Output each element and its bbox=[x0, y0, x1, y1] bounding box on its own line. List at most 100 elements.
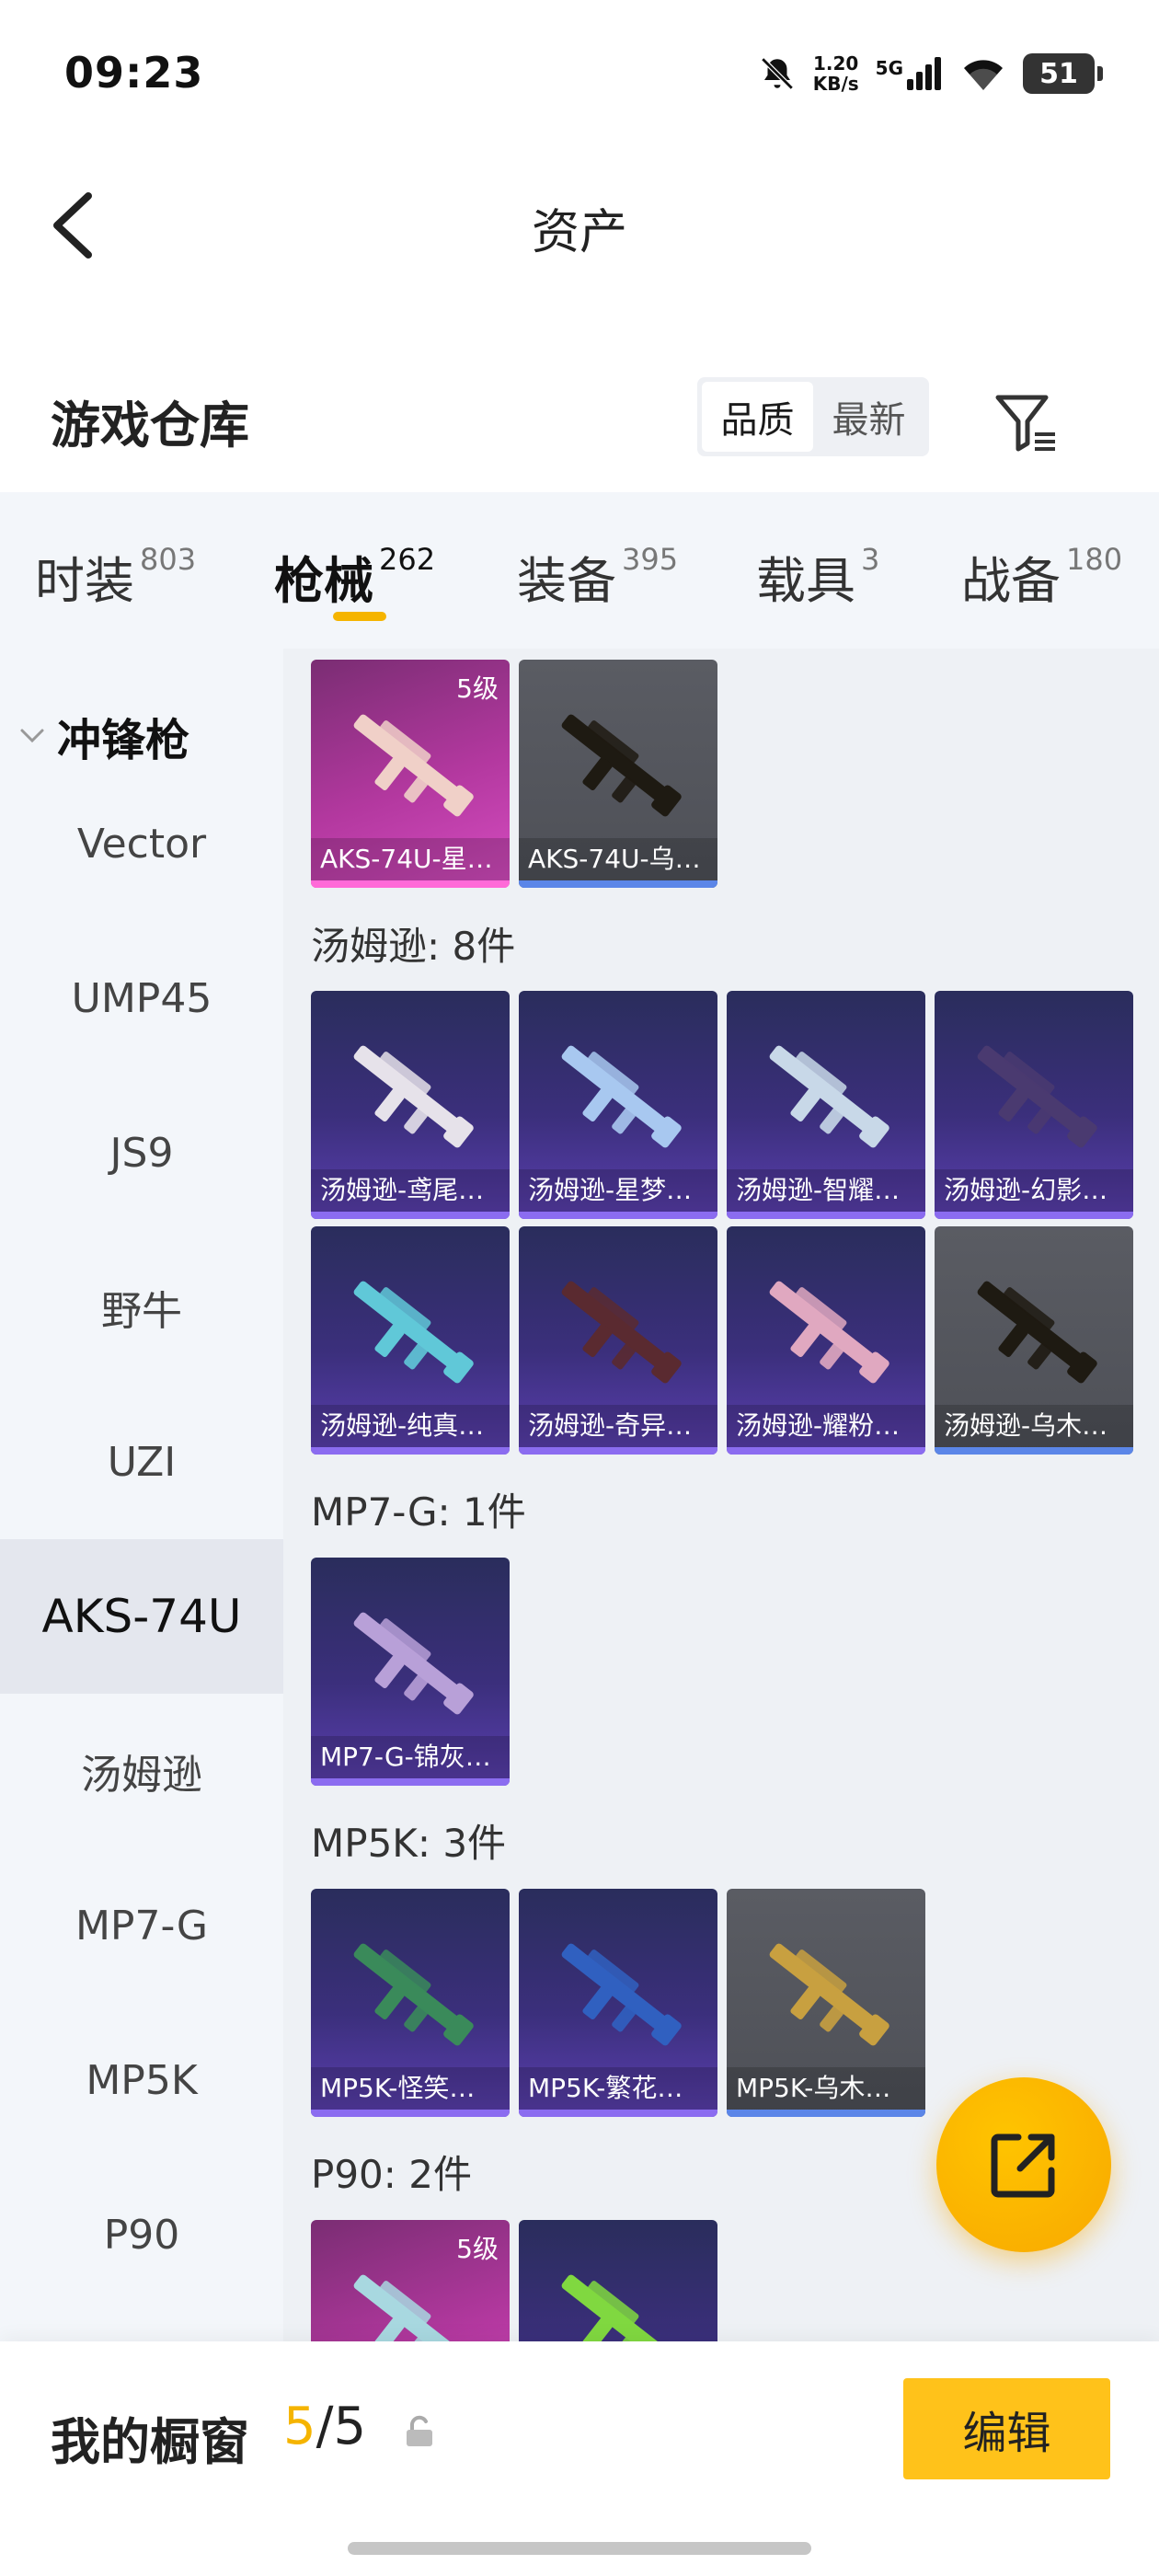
showcase-bar: 我的橱窗 5 / 5 编辑 bbox=[0, 2341, 1159, 2576]
sort-toggle: 品质 最新 bbox=[697, 377, 929, 456]
rarity-bar bbox=[311, 1778, 510, 1786]
tab-label: 时装 bbox=[35, 552, 134, 610]
smg-icon bbox=[353, 1943, 474, 2046]
sidebar-item-vector[interactable]: Vector bbox=[0, 766, 283, 921]
sort-latest-option[interactable]: 最新 bbox=[813, 382, 924, 452]
tab-label: 枪械 bbox=[274, 552, 373, 610]
sidebar-item-ump45[interactable]: UMP45 bbox=[0, 921, 283, 1075]
warehouse-header: 游戏仓库 品质 最新 bbox=[0, 350, 1159, 488]
weapon-card[interactable]: MP7-G-锦灰… bbox=[311, 1558, 510, 1786]
weapon-card[interactable]: 汤姆逊-耀粉… bbox=[727, 1226, 925, 1455]
tab-vehicles[interactable]: 载具 3 bbox=[756, 540, 879, 613]
showcase-current: 5 bbox=[283, 2397, 316, 2456]
weapon-name: MP5K-繁花… bbox=[519, 2067, 717, 2110]
sidebar-item-mp7g[interactable]: MP7-G bbox=[0, 1848, 283, 2003]
network-speed: 1.20 KB/s bbox=[813, 53, 859, 94]
rarity-bar bbox=[519, 1447, 717, 1455]
weapon-card[interactable]: AKS-74U-乌… bbox=[519, 660, 717, 888]
tab-gear[interactable]: 战备 180 bbox=[961, 540, 1122, 613]
edit-button[interactable]: 编辑 bbox=[903, 2378, 1110, 2479]
signal-indicator: 5G bbox=[876, 57, 944, 90]
section-title-mp5k: MP5K: 3件 bbox=[311, 1821, 507, 1866]
weapon-card[interactable]: 汤姆逊-智耀… bbox=[727, 991, 925, 1219]
weapon-name: 汤姆逊-星梦… bbox=[519, 1169, 717, 1212]
weapon-name: AKS-74U-乌… bbox=[519, 838, 717, 880]
weapon-name: 汤姆逊-鸢尾… bbox=[311, 1169, 510, 1212]
sidebar-item-uzi[interactable]: UZI bbox=[0, 1385, 283, 1539]
share-out-icon bbox=[991, 2133, 1055, 2198]
status-bar: 09:23 1.20 KB/s 5G 51 bbox=[0, 0, 1159, 156]
weapon-name: 汤姆逊-幻影… bbox=[935, 1169, 1133, 1212]
weapon-card[interactable]: 汤姆逊-奇异… bbox=[519, 1226, 717, 1455]
weapon-card[interactable]: 汤姆逊-幻影… bbox=[935, 991, 1133, 1219]
sidebar-group-smg[interactable]: 冲锋枪 bbox=[18, 704, 189, 768]
sidebar-item-js9[interactable]: JS9 bbox=[0, 1075, 283, 1230]
tab-count: 803 bbox=[140, 542, 197, 577]
rifle-icon bbox=[353, 714, 474, 817]
rifle-icon bbox=[561, 714, 682, 817]
header: 资产 bbox=[0, 156, 1159, 294]
warehouse-title: 游戏仓库 bbox=[51, 397, 249, 454]
smg-icon bbox=[353, 1045, 474, 1148]
sidebar-group-label: 冲锋枪 bbox=[57, 715, 190, 766]
network-speed-unit: KB/s bbox=[812, 73, 859, 95]
filter-button[interactable] bbox=[989, 386, 1062, 460]
smg-icon bbox=[977, 1281, 1097, 1384]
rarity-bar bbox=[727, 2110, 925, 2117]
smg-icon bbox=[353, 1281, 474, 1384]
weapon-card[interactable]: 5级 AKS-74U-星… bbox=[311, 660, 510, 888]
page-title: 资产 bbox=[531, 205, 627, 260]
rarity-bar bbox=[519, 880, 717, 888]
tab-count: 3 bbox=[861, 542, 880, 577]
rarity-bar bbox=[935, 1212, 1133, 1219]
sidebar-item-p90[interactable]: P90 bbox=[0, 2157, 283, 2312]
weapon-card[interactable]: MP5K-繁花… bbox=[519, 1889, 717, 2117]
rarity-bar bbox=[935, 1447, 1133, 1455]
tab-equipment[interactable]: 装备 395 bbox=[517, 540, 678, 613]
share-button[interactable] bbox=[936, 2077, 1111, 2252]
tab-fashion[interactable]: 时装 803 bbox=[35, 540, 196, 613]
rarity-bar bbox=[519, 1212, 717, 1219]
tab-label: 装备 bbox=[517, 552, 616, 610]
tab-count: 395 bbox=[622, 542, 679, 577]
battery-indicator: 51 bbox=[1023, 53, 1103, 94]
weapon-card[interactable]: 汤姆逊-纯真… bbox=[311, 1226, 510, 1455]
lock-icon bbox=[407, 2415, 432, 2446]
sort-quality-option[interactable]: 品质 bbox=[702, 382, 813, 452]
home-indicator bbox=[348, 2542, 811, 2555]
weapon-card[interactable]: MP5K-怪笑… bbox=[311, 1889, 510, 2117]
weapon-card[interactable]: MP5K-乌木… bbox=[727, 1889, 925, 2117]
showcase-label: 我的橱窗 bbox=[51, 2413, 249, 2471]
filter-icon bbox=[995, 395, 1055, 452]
weapon-card[interactable]: 汤姆逊-星梦… bbox=[519, 991, 717, 1219]
weapon-name: MP5K-怪笑… bbox=[311, 2067, 510, 2110]
chevron-down-icon bbox=[20, 729, 44, 743]
tab-count: 262 bbox=[379, 542, 436, 577]
sidebar-item-thompson[interactable]: 汤姆逊 bbox=[0, 1694, 283, 1848]
rarity-bar bbox=[727, 1212, 925, 1219]
weapon-card[interactable]: 5级 bbox=[311, 2220, 510, 2341]
weapon-name: 汤姆逊-智耀… bbox=[727, 1169, 925, 1212]
showcase-count: 5 / 5 bbox=[283, 2397, 366, 2456]
tab-firearms[interactable]: 枪械 262 bbox=[274, 540, 435, 613]
rarity-bar bbox=[311, 1212, 510, 1219]
tab-label: 战备 bbox=[961, 552, 1061, 610]
rarity-bar bbox=[311, 2110, 510, 2117]
tab-label: 载具 bbox=[756, 552, 855, 610]
weapon-name: MP7-G-锦灰… bbox=[311, 1736, 510, 1778]
smg-icon bbox=[353, 2274, 470, 2341]
category-tabs: 时装 803 枪械 262 装备 395 载具 3 战备 180 bbox=[0, 492, 1159, 649]
weapon-card[interactable]: 汤姆逊-乌木… bbox=[935, 1226, 1133, 1455]
weapon-card[interactable]: 汤姆逊-鸢尾… bbox=[311, 991, 510, 1219]
weapon-name: 汤姆逊-纯真… bbox=[311, 1405, 510, 1447]
weapon-name: 汤姆逊-奇异… bbox=[519, 1405, 717, 1447]
smg-icon bbox=[769, 1943, 889, 2046]
weapon-card[interactable] bbox=[519, 2220, 717, 2341]
smg-icon bbox=[561, 1045, 682, 1148]
sidebar-item-bizon[interactable]: 野牛 bbox=[0, 1230, 283, 1385]
weapon-sidebar: 冲锋枪 Vector UMP45 JS9 野牛 UZI AKS-74U 汤姆逊 … bbox=[0, 649, 283, 2341]
sidebar-item-aks74u[interactable]: AKS-74U bbox=[0, 1539, 283, 1694]
rarity-bar bbox=[519, 2110, 717, 2117]
tab-count: 180 bbox=[1066, 542, 1123, 577]
sidebar-item-mp5k[interactable]: MP5K bbox=[0, 2003, 283, 2157]
